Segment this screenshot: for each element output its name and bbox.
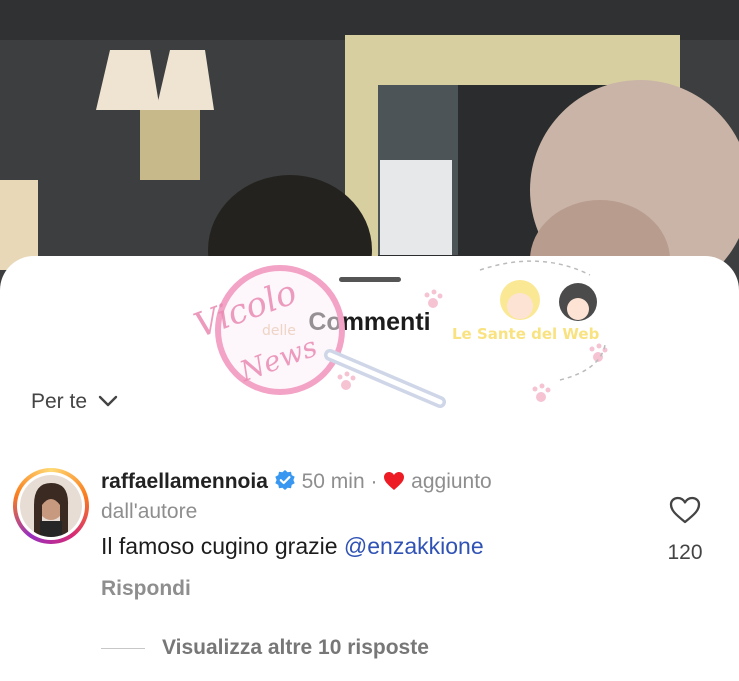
meta-separator: · [370,470,378,493]
comment-time: 50 min [301,470,365,493]
avatar-photo [20,475,82,537]
like-count: 120 [667,541,703,564]
reply-button[interactable]: Rispondi [101,577,191,601]
photo-scene [0,0,739,300]
sheet-title: Commenti [308,308,431,336]
heart-outline-icon [669,496,701,524]
replies-divider [101,648,145,649]
red-heart-icon [383,471,405,498]
comments-sheet: Commenti Per te raffaellamennoia 50 min … [0,256,739,681]
sort-label: Per te [31,390,88,413]
sort-dropdown[interactable]: Per te [31,390,119,414]
comment-body: Il famoso cugino grazie [101,533,344,559]
username-link[interactable]: raffaellamennoia [101,470,268,493]
chevron-down-icon [97,390,119,414]
view-more-replies-button[interactable]: Visualizza altre 10 risposte [162,636,429,660]
avatar[interactable] [13,468,89,544]
background-photo [0,0,739,300]
comment-text: Il famoso cugino grazie @enzakkione [101,533,484,560]
mention-link[interactable]: @enzakkione [344,533,484,559]
comment-meta: raffaellamennoia 50 min · aggiunto dall'… [101,468,561,525]
verified-badge-icon [274,469,296,498]
like-button[interactable] [669,496,701,529]
drag-handle[interactable] [339,277,401,282]
